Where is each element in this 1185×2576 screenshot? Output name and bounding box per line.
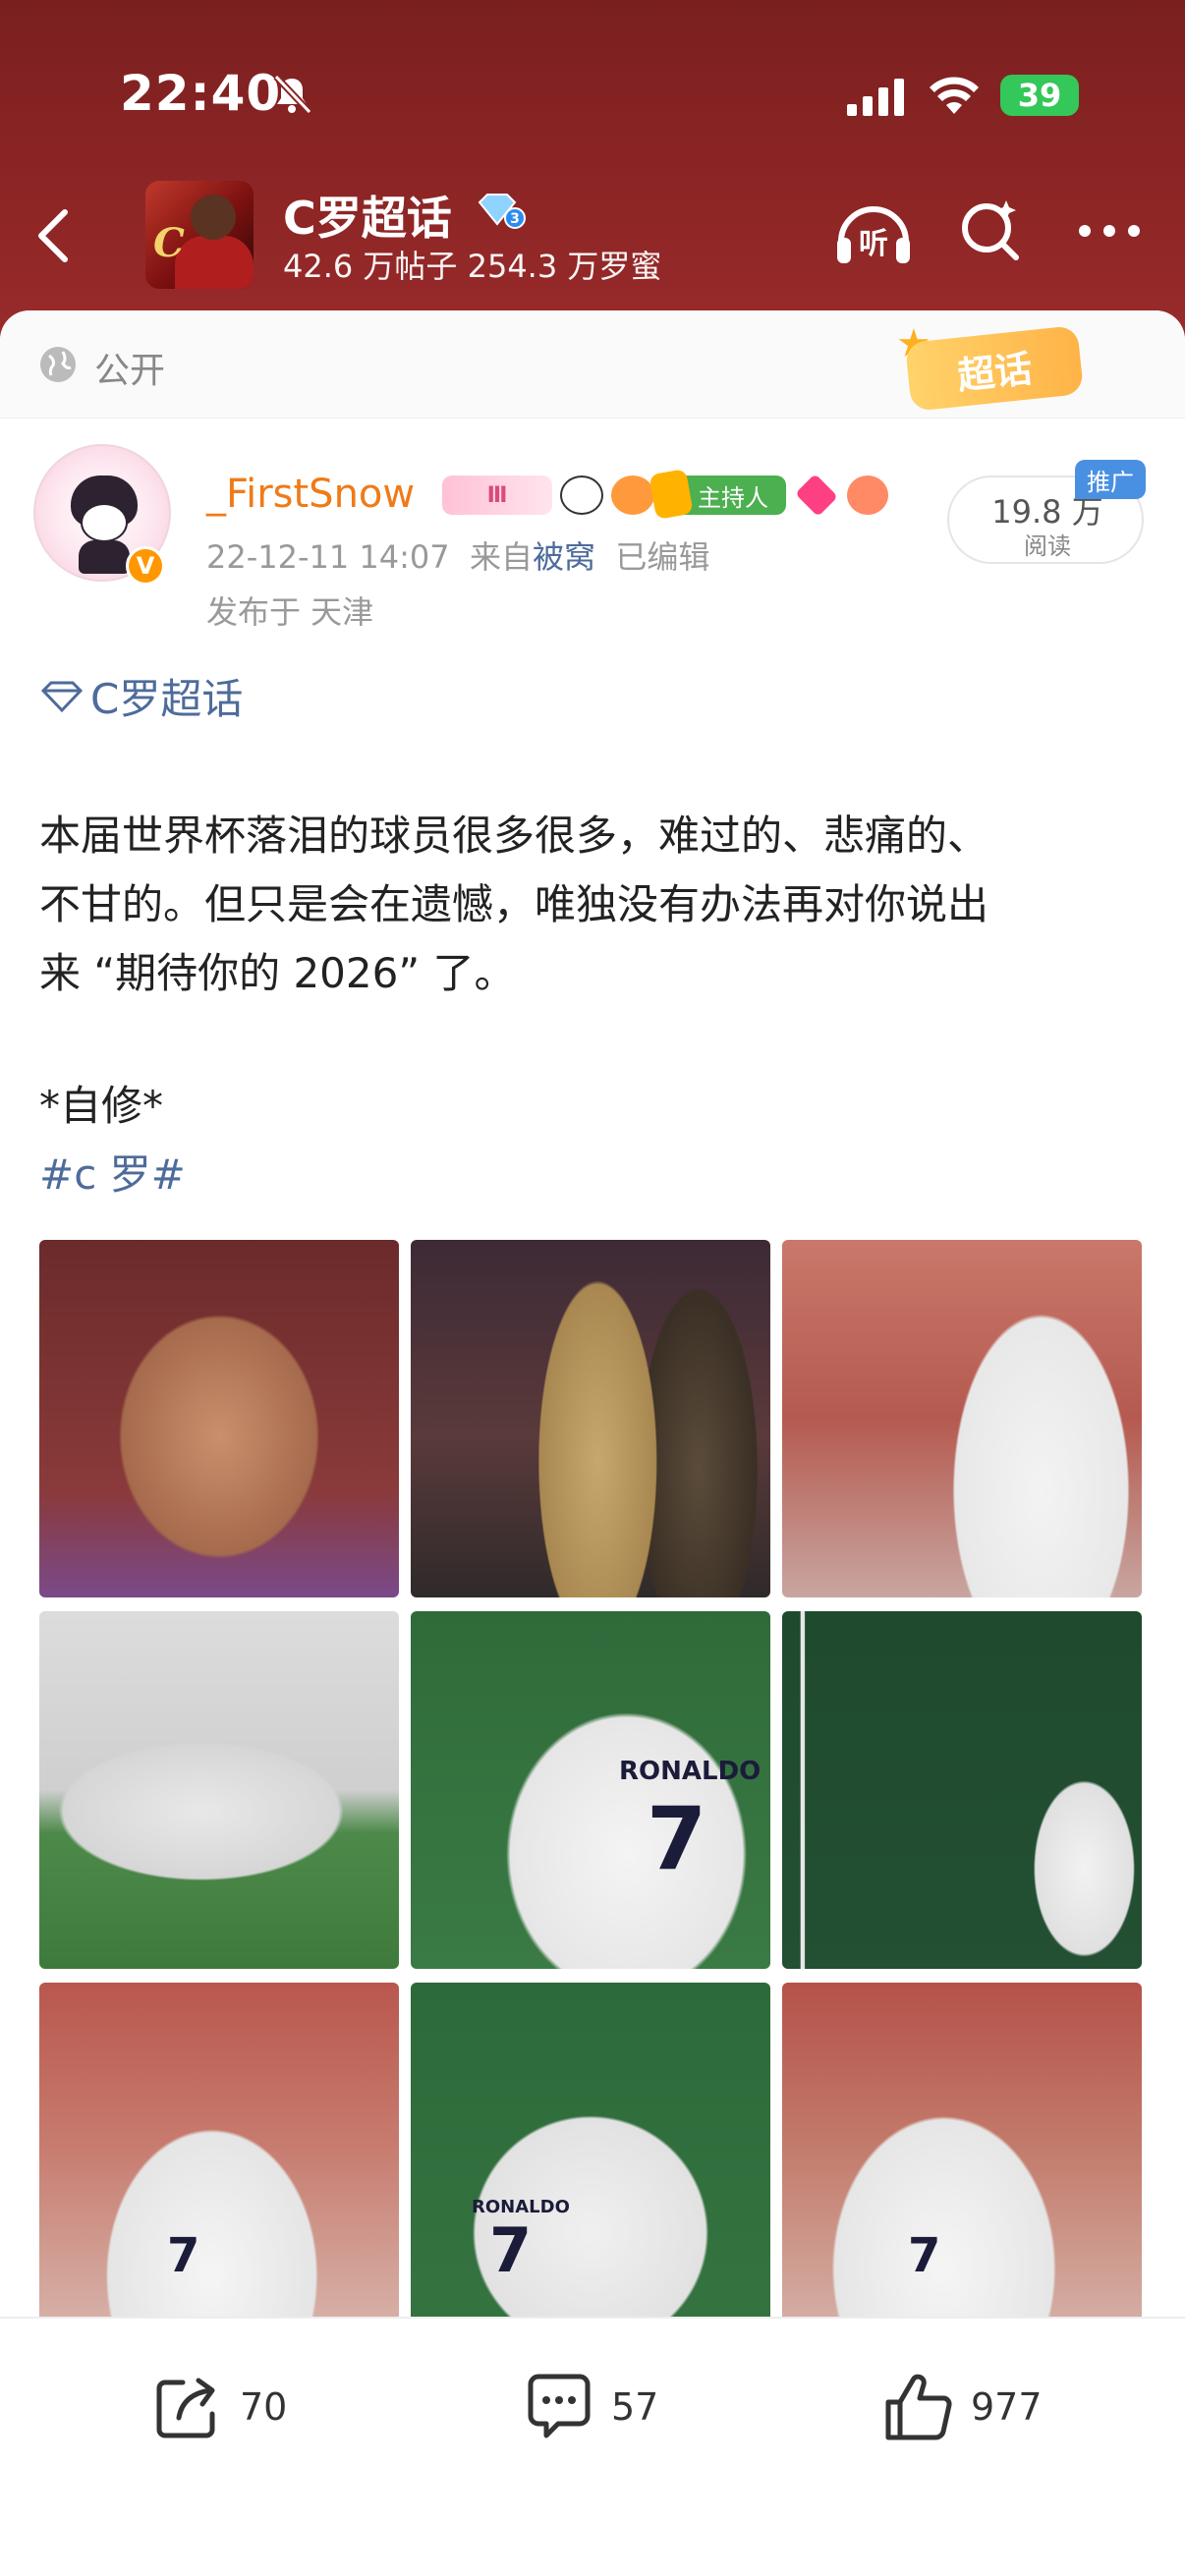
hashtag-link[interactable]: #c 罗# — [39, 1142, 186, 1202]
listen-headphones-icon[interactable]: 听 — [833, 196, 914, 267]
post-body-line: 来 “期待你的 2026” 了。 — [39, 949, 516, 997]
comment-count: 57 — [611, 2385, 659, 2429]
photo-thumbnail[interactable] — [39, 1240, 399, 1597]
bell-mute-icon — [273, 74, 312, 115]
status-bar: 22:40 39 — [0, 0, 1185, 187]
jersey-number: 7 — [167, 2228, 200, 2283]
visibility-row: 公开 ★ 超话 — [0, 310, 1185, 419]
share-icon — [156, 2378, 215, 2438]
comment-icon — [528, 2374, 591, 2438]
photo-thumbnail[interactable] — [39, 1611, 399, 1969]
photo-thumbnail[interactable] — [782, 1611, 1142, 1969]
post-action-bar: 70 57 977 — [0, 2317, 1185, 2576]
topic-link[interactable]: C罗超话 — [39, 666, 243, 726]
host-badge[interactable]: 主持人 — [649, 469, 786, 520]
diamond-icon — [40, 681, 84, 712]
more-options-icon[interactable] — [1075, 216, 1144, 246]
fish-badge-icon[interactable] — [611, 476, 654, 515]
host-badge-icon — [649, 469, 694, 520]
topic-title[interactable]: C罗超话 — [283, 183, 452, 248]
post-note: *自修* — [39, 1082, 164, 1130]
post-body-line: 不甘的。但只是会在遗憾，唯独没有办法再对你说出 — [39, 880, 989, 928]
like-count: 977 — [971, 2385, 1043, 2429]
panda-badge-icon[interactable] — [560, 476, 603, 515]
share-count: 70 — [240, 2385, 288, 2429]
author-name[interactable]: _FirstSnow — [206, 472, 415, 517]
globe-icon — [40, 347, 76, 382]
nav-bar: C C罗超话 3 42.6 万帖子 254.3 万罗蜜 听 — [0, 177, 1185, 295]
jersey-name: RONALDO — [619, 1757, 762, 1786]
topic-link-label: C罗超话 — [90, 675, 244, 723]
post-timestamp: 22-12-11 14:07 — [206, 538, 450, 576]
character-badge-icon[interactable] — [847, 476, 888, 515]
thumbs-up-icon — [885, 2374, 952, 2440]
share-button[interactable]: 70 — [149, 2368, 287, 2446]
svg-text:3: 3 — [510, 211, 520, 227]
visibility-label: 公开 — [94, 351, 166, 391]
jersey-number: 7 — [489, 2214, 533, 2286]
avatar-figure-body — [175, 236, 254, 289]
gem-badge-icon[interactable] — [795, 474, 838, 517]
photo-thumbnail[interactable]: RONALDO 7 — [411, 1983, 770, 2340]
author-badges: Ⅲ 主持人 — [442, 469, 888, 520]
search-icon[interactable] — [959, 198, 1024, 263]
avatar-figure-head — [191, 195, 236, 240]
reads-label: 阅读 — [1024, 532, 1071, 560]
status-time: 22:40 — [120, 65, 282, 122]
topic-stats: 42.6 万帖子 254.3 万罗蜜 — [283, 248, 662, 285]
photo-grid: RONALDO 7 7 RONALDO 7 7 — [39, 1240, 1146, 2340]
avatar-logo-text: C — [153, 220, 185, 266]
jersey-number: 7 — [647, 1788, 707, 1889]
photo-thumbnail[interactable]: 7 — [39, 1983, 399, 2340]
photo-thumbnail[interactable] — [782, 1240, 1142, 1597]
host-badge-label: 主持人 — [698, 483, 768, 512]
post-body: 本届世界杯落泪的球员很多很多，难过的、悲痛的、 不甘的。但只是会在遗憾，唯独没有… — [39, 802, 1150, 1008]
verified-v-icon: V — [126, 546, 165, 586]
level-badge[interactable]: Ⅲ — [442, 476, 552, 515]
comment-button[interactable]: 57 — [521, 2368, 658, 2446]
post-location: 发布于 天津 — [206, 593, 374, 631]
avatar-character-body — [79, 540, 130, 574]
promote-badge[interactable]: 推广 — [1075, 460, 1146, 499]
back-arrow-icon[interactable] — [31, 206, 75, 265]
cellular-signal-icon — [847, 79, 904, 116]
svg-text:听: 听 — [859, 227, 888, 261]
avatar-character-face — [81, 503, 128, 542]
edited-label[interactable]: 已编辑 — [615, 538, 709, 576]
source-prefix: 来自 — [469, 538, 533, 576]
topic-avatar[interactable]: C — [145, 181, 254, 289]
diamond-level-icon: 3 — [478, 194, 526, 229]
post-meta: 22-12-11 14:07 来自被窝 已编辑 — [206, 532, 709, 578]
photo-thumbnail[interactable]: RONALDO 7 — [411, 1611, 770, 1969]
jersey-number: 7 — [908, 2228, 941, 2283]
photo-thumbnail[interactable] — [411, 1240, 770, 1597]
photo-thumbnail[interactable]: 7 — [782, 1983, 1142, 2340]
topic-header: 22:40 39 C C罗超话 3 42.6 万帖子 254.3 万罗蜜 听 — [0, 0, 1185, 354]
post-body-line: 本届世界杯落泪的球员很多很多，难过的、悲痛的、 — [39, 812, 989, 860]
battery-indicator: 39 — [1000, 75, 1079, 116]
like-button[interactable]: 977 — [880, 2368, 1043, 2446]
post-card: 公开 ★ 超话 V _FirstSnow Ⅲ 主持人 22-12-11 14:0… — [0, 310, 1185, 2576]
post-source[interactable]: 被窝 — [533, 538, 595, 576]
wifi-icon — [930, 77, 979, 114]
